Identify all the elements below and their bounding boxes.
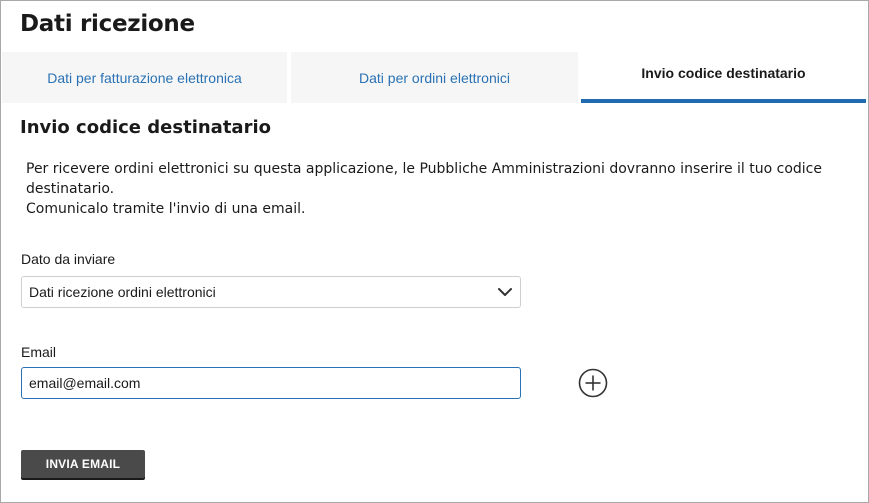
tab-label: Invio codice destinatario [641, 64, 806, 81]
tab-label: Dati per fatturazione elettronica [47, 69, 242, 86]
tab-fatturazione-elettronica[interactable]: Dati per fatturazione elettronica [2, 52, 287, 103]
section-title: Invio codice destinatario [20, 117, 271, 138]
select-value: Dati ricezione ordini elettronici [29, 284, 216, 300]
dato-da-inviare-label: Dato da inviare [21, 251, 116, 267]
section-description: Per ricevere ordini elettronici su quest… [26, 159, 846, 219]
dato-da-inviare-select[interactable]: Dati ricezione ordini elettronici [21, 276, 521, 308]
description-line: Per ricevere ordini elettronici su quest… [26, 161, 822, 197]
page-title: Dati ricezione [20, 11, 195, 37]
chevron-down-icon [498, 288, 512, 296]
plus-circle-icon[interactable] [578, 368, 608, 398]
tab-ordini-elettronici[interactable]: Dati per ordini elettronici [291, 52, 578, 103]
tab-invio-codice-destinatario[interactable]: Invio codice destinatario [581, 52, 866, 103]
invia-email-button[interactable]: INVIA EMAIL [21, 450, 145, 478]
tab-bar: Dati per fatturazione elettronica Dati p… [2, 52, 866, 103]
app-window: Dati ricezione Dati per fatturazione ele… [0, 0, 869, 503]
description-line: Comunicalo tramite l'invio di una email. [26, 201, 306, 217]
tab-label: Dati per ordini elettronici [359, 69, 510, 86]
email-input[interactable] [21, 367, 521, 399]
email-label: Email [21, 344, 57, 360]
